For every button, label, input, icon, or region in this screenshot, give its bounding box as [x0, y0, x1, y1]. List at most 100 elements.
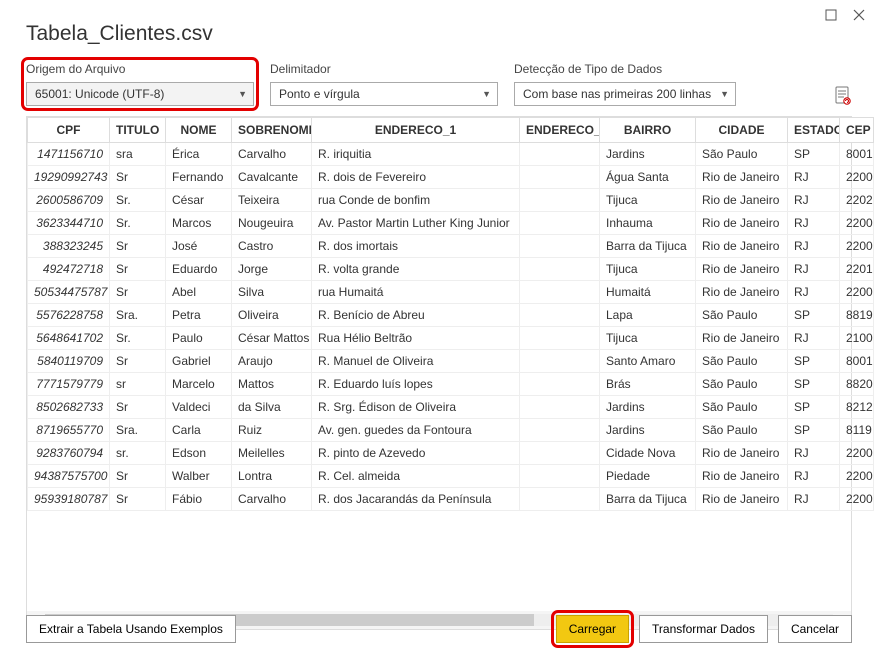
- table-cell: RJ: [788, 465, 840, 488]
- table-cell: rua Humaitá: [312, 281, 520, 304]
- table-cell: 19290992743: [28, 166, 110, 189]
- table-row[interactable]: 492472718SrEduardoJorgeR. volta grandeTi…: [28, 258, 874, 281]
- table-cell: 492472718: [28, 258, 110, 281]
- table-cell: Marcos: [166, 212, 232, 235]
- table-row[interactable]: 2600586709Sr.CésarTeixeirarua Conde de b…: [28, 189, 874, 212]
- table-row[interactable]: 5576228758Sra.PetraOliveiraR. Benício de…: [28, 304, 874, 327]
- origem-label: Origem do Arquivo: [26, 62, 254, 76]
- chevron-down-icon: ▼: [720, 89, 729, 99]
- table-cell: [520, 465, 600, 488]
- table-cell: Gabriel: [166, 350, 232, 373]
- table-cell: Sr: [110, 281, 166, 304]
- table-cell: José: [166, 235, 232, 258]
- table-cell: R. Manuel de Oliveira: [312, 350, 520, 373]
- table-cell: R. Srg. Édison de Oliveira: [312, 396, 520, 419]
- table-header-row: CPFTITULONOMESOBRENOMEENDERECO_1ENDERECO…: [28, 118, 874, 143]
- table-row[interactable]: 7771579779srMarceloMattosR. Eduardo luís…: [28, 373, 874, 396]
- table-cell: Rio de Janeiro: [696, 488, 788, 511]
- table-cell: RJ: [788, 235, 840, 258]
- column-header[interactable]: ENDERECO_1: [312, 118, 520, 143]
- table-cell: R. volta grande: [312, 258, 520, 281]
- close-icon[interactable]: [852, 8, 866, 22]
- window-controls: [824, 8, 866, 22]
- table-cell: sr: [110, 373, 166, 396]
- table-cell: 5576228758: [28, 304, 110, 327]
- transform-button[interactable]: Transformar Dados: [639, 615, 768, 643]
- table-cell: [520, 235, 600, 258]
- table-cell: César Mattos: [232, 327, 312, 350]
- table-cell: Lontra: [232, 465, 312, 488]
- delim-dropdown[interactable]: Ponto e vírgula ▼: [270, 82, 498, 106]
- table-cell: R. Benício de Abreu: [312, 304, 520, 327]
- detect-dropdown[interactable]: Com base nas primeiras 200 linhas ▼: [514, 82, 736, 106]
- column-header[interactable]: NOME: [166, 118, 232, 143]
- cancel-button[interactable]: Cancelar: [778, 615, 852, 643]
- table-row[interactable]: 94387575700SrWalberLontraR. Cel. almeida…: [28, 465, 874, 488]
- table-row[interactable]: 388323245SrJoséCastroR. dos imortaisBarr…: [28, 235, 874, 258]
- table-cell: 2600586709: [28, 189, 110, 212]
- column-header[interactable]: TITULO: [110, 118, 166, 143]
- table-cell: 2200: [840, 166, 874, 189]
- table-cell: 2100: [840, 327, 874, 350]
- table-cell: Tijuca: [600, 327, 696, 350]
- table-cell: Sra.: [110, 419, 166, 442]
- table-row[interactable]: 8502682733SrValdecida SilvaR. Srg. Édiso…: [28, 396, 874, 419]
- table-cell: 9283760794: [28, 442, 110, 465]
- load-button[interactable]: Carregar: [556, 615, 629, 643]
- table-cell: [520, 304, 600, 327]
- preview-table-container: CPFTITULONOMESOBRENOMEENDERECO_1ENDERECO…: [26, 116, 852, 630]
- table-cell: 8212: [840, 396, 874, 419]
- table-cell: [520, 166, 600, 189]
- table-cell: Araujo: [232, 350, 312, 373]
- table-cell: Sr.: [110, 212, 166, 235]
- table-cell: RJ: [788, 212, 840, 235]
- table-cell: RJ: [788, 166, 840, 189]
- column-header[interactable]: ESTADO: [788, 118, 840, 143]
- column-header[interactable]: CIDADE: [696, 118, 788, 143]
- table-cell: RJ: [788, 488, 840, 511]
- table-cell: Sr: [110, 235, 166, 258]
- table-cell: 2200: [840, 281, 874, 304]
- table-cell: Jardins: [600, 396, 696, 419]
- table-cell: [520, 189, 600, 212]
- table-cell: Sr.: [110, 189, 166, 212]
- table-cell: Rio de Janeiro: [696, 235, 788, 258]
- table-row[interactable]: 19290992743SrFernandoCavalcanteR. dois d…: [28, 166, 874, 189]
- table-cell: rua Conde de bonfim: [312, 189, 520, 212]
- column-header[interactable]: CEP: [840, 118, 874, 143]
- table-cell: Sr: [110, 396, 166, 419]
- table-row[interactable]: 9283760794sr.EdsonMeilellesR. pinto de A…: [28, 442, 874, 465]
- column-header[interactable]: CPF: [28, 118, 110, 143]
- column-header[interactable]: SOBRENOME: [232, 118, 312, 143]
- table-row[interactable]: 5840119709SrGabrielAraujoR. Manuel de Ol…: [28, 350, 874, 373]
- table-cell: Sr: [110, 465, 166, 488]
- table-body: 1471156710sraÉricaCarvalhoR. iriquitiaJa…: [28, 143, 874, 511]
- table-row[interactable]: 95939180787SrFábioCarvalhoR. dos Jacaran…: [28, 488, 874, 511]
- table-row[interactable]: 50534475787SrAbelSilvarua HumaitáHumaitá…: [28, 281, 874, 304]
- table-cell: 5648641702: [28, 327, 110, 350]
- table-cell: Walber: [166, 465, 232, 488]
- table-cell: Rio de Janeiro: [696, 212, 788, 235]
- column-header[interactable]: ENDERECO_2: [520, 118, 600, 143]
- column-header[interactable]: BAIRRO: [600, 118, 696, 143]
- table-row[interactable]: 8719655770Sra.CarlaRuizAv. gen. guedes d…: [28, 419, 874, 442]
- table-cell: 95939180787: [28, 488, 110, 511]
- table-row[interactable]: 1471156710sraÉricaCarvalhoR. iriquitiaJa…: [28, 143, 874, 166]
- table-cell: 8502682733: [28, 396, 110, 419]
- table-cell: Paulo: [166, 327, 232, 350]
- table-cell: SP: [788, 350, 840, 373]
- table-cell: Rio de Janeiro: [696, 442, 788, 465]
- table-cell: Jardins: [600, 143, 696, 166]
- extract-examples-button[interactable]: Extrair a Tabela Usando Exemplos: [26, 615, 236, 643]
- table-cell: 2200: [840, 442, 874, 465]
- table-cell: Fábio: [166, 488, 232, 511]
- table-row[interactable]: 5648641702Sr.PauloCésar MattosRua Hélio …: [28, 327, 874, 350]
- maximize-icon[interactable]: [824, 8, 838, 22]
- origem-dropdown[interactable]: 65001: Unicode (UTF-8) ▼: [26, 82, 254, 106]
- table-cell: Abel: [166, 281, 232, 304]
- table-cell: Marcelo: [166, 373, 232, 396]
- table-row[interactable]: 3623344710Sr.MarcosNougeuiraAv. Pastor M…: [28, 212, 874, 235]
- refresh-icon[interactable]: [834, 86, 852, 106]
- table-cell: [520, 373, 600, 396]
- table-cell: RJ: [788, 442, 840, 465]
